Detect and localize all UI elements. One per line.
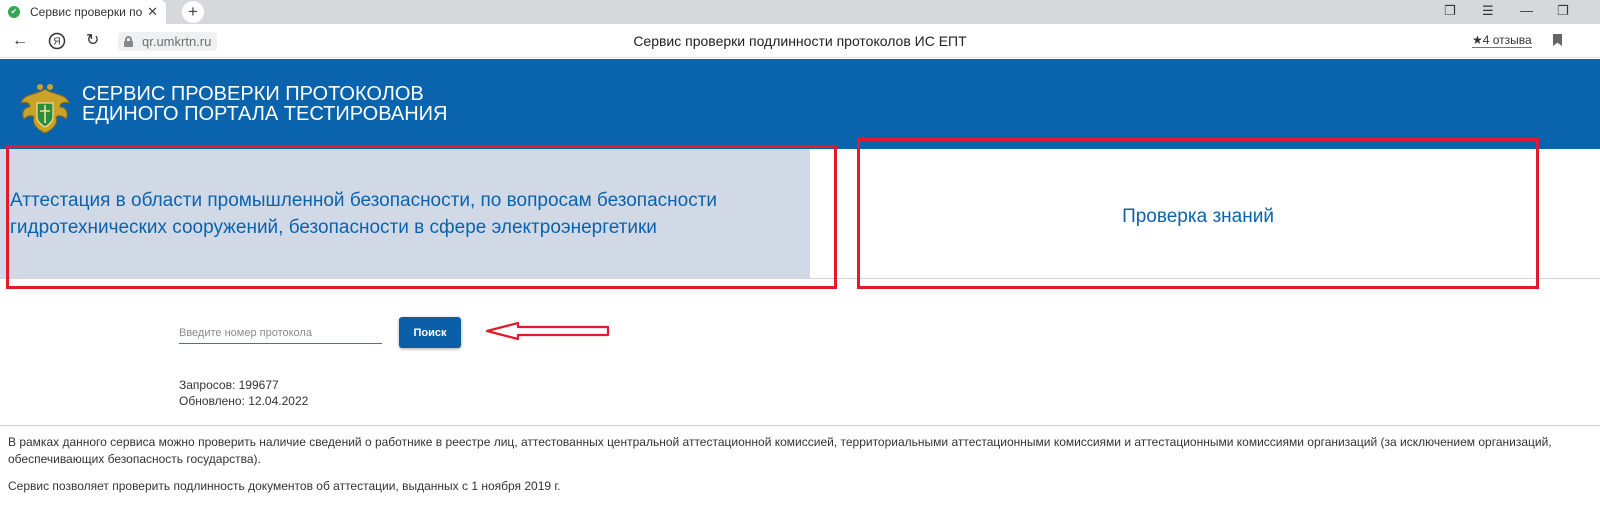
- browser-tabbar: ✔ Сервис проверки подл ✕ + ❐ ☰ — ❐: [0, 0, 1600, 24]
- protocol-number-input[interactable]: [179, 322, 382, 344]
- restore-icon[interactable]: ❐: [1557, 3, 1569, 19]
- reviews-link[interactable]: ★4 отзыва: [1472, 33, 1532, 48]
- info-line1: В рамках данного сервиса можно проверить…: [8, 435, 1552, 449]
- site-header: СЕРВИС ПРОВЕРКИ ПРОТОКОЛОВ ЕДИНОГО ПОРТА…: [0, 59, 1600, 149]
- browser-tab-active[interactable]: ✔ Сервис проверки подл ✕: [0, 0, 166, 24]
- info-text: В рамках данного сервиса можно проверить…: [8, 434, 1598, 495]
- emblem-icon: [20, 84, 70, 134]
- browser-addressbar: ← Я ↻ qr.umkrtn.ru Сервис проверки подли…: [0, 24, 1600, 58]
- updated-date: Обновлено: 12.04.2022: [179, 394, 309, 408]
- close-icon[interactable]: ✕: [147, 5, 158, 19]
- plus-icon[interactable]: +: [182, 1, 204, 23]
- address-page-title: Сервис проверки подлинности протоколов И…: [633, 33, 967, 49]
- menu-icon[interactable]: ☰: [1482, 3, 1494, 19]
- minimize-icon[interactable]: —: [1520, 3, 1533, 19]
- tab-favicon-icon: ✔: [8, 6, 20, 18]
- tabs-list-icon[interactable]: ❐: [1444, 3, 1456, 19]
- site-title-line2: ЕДИНОГО ПОРТАЛА ТЕСТИРОВАНИЯ: [82, 103, 448, 125]
- requests-count: Запросов: 199677: [179, 378, 279, 392]
- info-divider: [0, 425, 1600, 426]
- annotation-arrow-icon: [485, 321, 610, 341]
- tab-title: Сервис проверки подл: [30, 5, 142, 19]
- info-line2: обеспечивающих безопасность государства)…: [8, 452, 261, 466]
- search-button[interactable]: Поиск: [399, 317, 461, 348]
- star-icon: ★: [1472, 33, 1483, 47]
- annotation-box-right: [857, 138, 1539, 289]
- annotation-box-left: [6, 145, 837, 289]
- site-title: СЕРВИС ПРОВЕРКИ ПРОТОКОЛОВ ЕДИНОГО ПОРТА…: [82, 84, 447, 124]
- site-title-line1: СЕРВИС ПРОВЕРКИ ПРОТОКОЛОВ: [82, 83, 424, 105]
- stats-block: Запросов: 199677 Обновлено: 12.04.2022: [179, 377, 308, 409]
- reviews-label: 4 отзыва: [1482, 33, 1532, 47]
- info-line3: Сервис позволяет проверить подлинность д…: [8, 479, 561, 493]
